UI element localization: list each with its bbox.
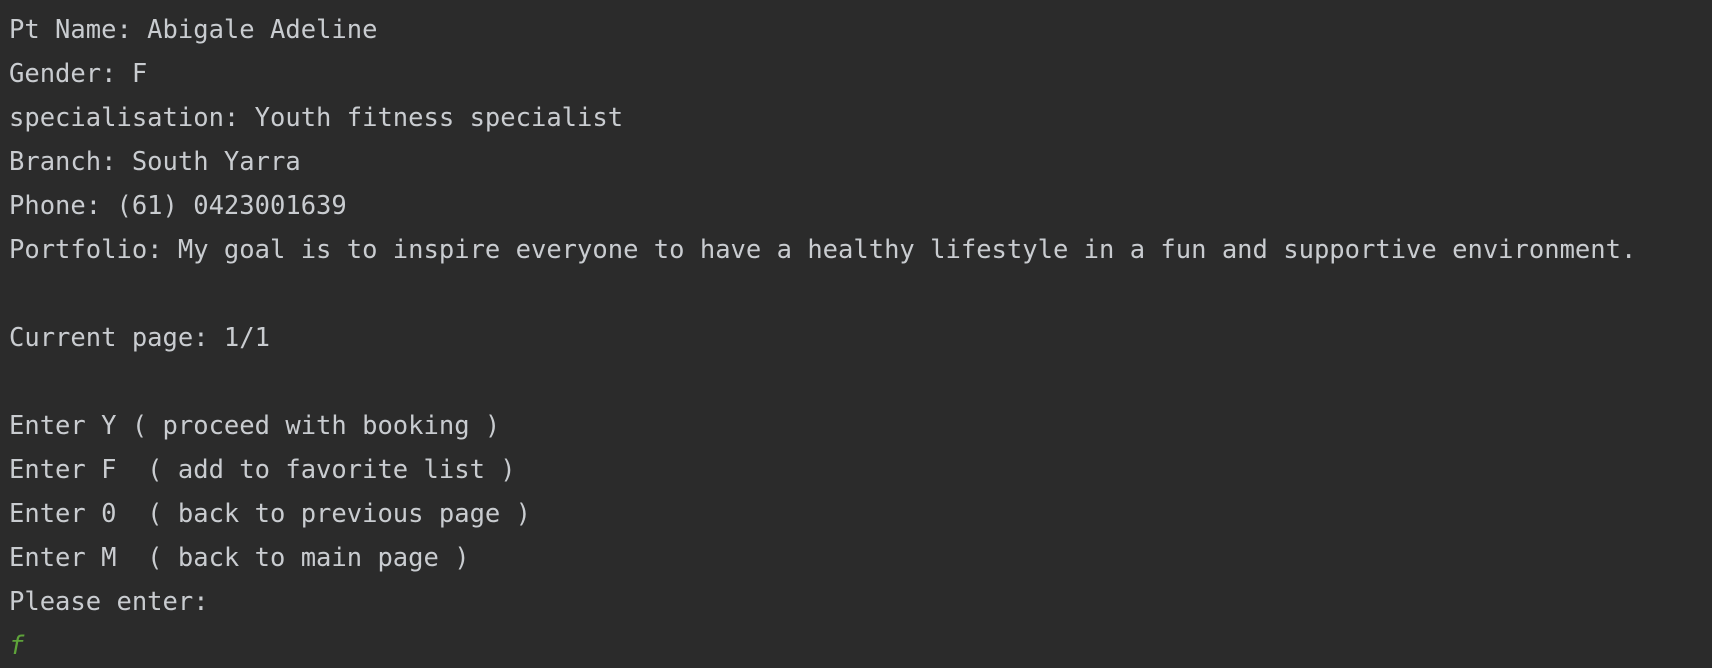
- console-output: Pt Name: Abigale Adeline Gender: F speci…: [0, 0, 1712, 668]
- specialisation-line: specialisation: Youth fitness specialist: [9, 103, 624, 133]
- option-back-previous: Enter 0 ( back to previous page ): [9, 499, 531, 529]
- user-input[interactable]: f: [9, 624, 1712, 668]
- option-proceed-booking: Enter Y ( proceed with booking ): [9, 411, 501, 441]
- option-back-main: Enter M ( back to main page ): [9, 543, 470, 573]
- option-add-favorite: Enter F ( add to favorite list ): [9, 455, 516, 485]
- pt-name-line: Pt Name: Abigale Adeline: [9, 15, 378, 45]
- gender-line: Gender: F: [9, 59, 148, 89]
- portfolio-line: Portfolio: My goal is to inspire everyon…: [9, 235, 1637, 265]
- phone-line: Phone: (61) 0423001639: [9, 191, 347, 221]
- input-prompt: Please enter:: [9, 587, 209, 617]
- current-page-line: Current page: 1/1: [9, 323, 270, 353]
- branch-line: Branch: South Yarra: [9, 147, 301, 177]
